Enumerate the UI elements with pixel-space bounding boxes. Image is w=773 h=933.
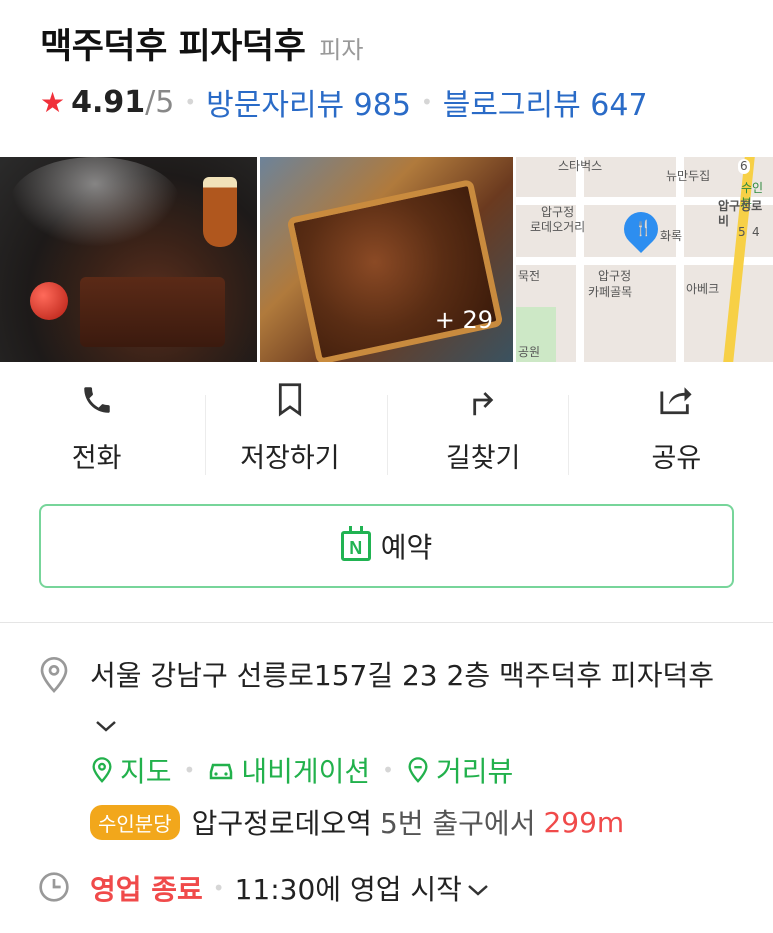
map-links-row: 지도 • 내비게이션 • 거리뷰 <box>90 750 513 790</box>
map-road <box>576 157 584 362</box>
blog-reviews-link[interactable]: 블로그리뷰 647 <box>443 80 648 124</box>
chevron-down-icon[interactable] <box>466 872 490 905</box>
directions-icon <box>466 380 500 420</box>
visitor-reviews-link[interactable]: 방문자리뷰 985 <box>206 80 411 124</box>
map-road <box>676 157 684 362</box>
map-label: 아베크 <box>686 282 720 296</box>
map-label: 화록 <box>660 229 683 243</box>
phone-icon <box>80 380 114 420</box>
meat-decor <box>80 277 225 347</box>
map-link-label: 지도 <box>120 755 172 788</box>
address-text[interactable]: 서울 강남구 선릉로157길 23 2층 맥주덕후 피자덕후 <box>90 652 740 749</box>
share-label: 공유 <box>651 443 702 474</box>
map-label: 카페골목 <box>588 285 633 299</box>
photo-food-1[interactable] <box>0 157 257 362</box>
place-header: 맥주덕후 피자덕후 피자 ★ 4.91 /5 • 방문자리뷰 985 • 블로그… <box>0 0 773 130</box>
separator-dot: • <box>212 876 225 900</box>
photo-food-2[interactable]: + 29 <box>260 157 513 362</box>
location-icon <box>38 656 70 698</box>
rating-score: 4.91 <box>71 84 146 120</box>
map-label: 6 <box>738 159 750 174</box>
streetview-icon <box>408 757 428 783</box>
bookmark-icon <box>275 380 305 420</box>
car-icon <box>210 763 233 780</box>
station-name: 압구정로데오역 <box>191 807 372 840</box>
map-pin-icon <box>92 757 112 783</box>
station-distance: 299m <box>543 805 625 839</box>
separator-dot: • <box>420 90 433 114</box>
map-label: 로데오거리 <box>530 220 586 234</box>
hours-status: 영업 종료 <box>90 873 203 906</box>
directions-label: 길찾기 <box>445 443 521 474</box>
map-link[interactable]: 지도 <box>90 750 172 790</box>
reserve-button[interactable]: N 예약 <box>39 504 734 588</box>
naver-calendar-icon: N <box>340 526 371 561</box>
clock-icon <box>38 871 70 907</box>
station-exit: 5번 출구에서 <box>379 807 536 840</box>
save-label: 저장하기 <box>240 443 340 474</box>
map-label: 압구정 <box>598 269 632 283</box>
call-label: 전화 <box>71 443 122 474</box>
more-photos-count: + 29 <box>434 306 493 334</box>
hours-text: 11:30에 영업 시작 <box>234 873 462 906</box>
map-label: 압구정 <box>541 205 575 219</box>
map-label: 묵전 <box>518 269 541 283</box>
beer-glass-decor <box>203 177 237 247</box>
directions-button[interactable]: 길찾기 <box>387 380 580 480</box>
photo-strip: + 29 스타벅스 뉴만두집 6 수인분 압구정로비 압구정 로데오거리 화록 … <box>0 157 773 362</box>
smoke-decor <box>10 157 180 247</box>
action-bar: 전화 저장하기 길찾기 공유 <box>0 380 773 480</box>
map-thumbnail[interactable]: 스타벅스 뉴만두집 6 수인분 압구정로비 압구정 로데오거리 화록 5 4 묵… <box>516 157 773 362</box>
chevron-down-icon[interactable] <box>94 701 118 749</box>
separator-dot: • <box>184 90 197 114</box>
map-label: 뉴만두집 <box>666 169 711 183</box>
station-row: 수인분당 압구정로데오역 5번 출구에서 299m <box>90 802 624 842</box>
share-icon <box>657 380 695 420</box>
place-title: 맥주덕후 피자덕후 <box>40 27 306 67</box>
business-hours-row[interactable]: 영업 종료 • 11:30에 영업 시작 <box>90 868 490 908</box>
reserve-label: 예약 <box>380 531 433 564</box>
streetview-link-label: 거리뷰 <box>435 755 514 788</box>
streetview-link[interactable]: 거리뷰 <box>406 750 513 790</box>
restaurant-icon: 🍴 <box>634 219 653 237</box>
naver-n-letter: N <box>349 538 363 558</box>
map-label: 5 <box>738 225 746 239</box>
section-divider <box>0 622 773 623</box>
map-label: 공원 <box>518 345 541 359</box>
address-value: 서울 강남구 선릉로157길 23 2층 맥주덕후 피자덕후 <box>90 659 714 692</box>
map-label: 스타벅스 <box>558 159 603 173</box>
rating-row: ★ 4.91 /5 • 방문자리뷰 985 • 블로그리뷰 647 <box>40 80 648 124</box>
pizza-decor <box>286 178 504 362</box>
star-icon: ★ <box>40 85 66 119</box>
save-button[interactable]: 저장하기 <box>193 380 386 480</box>
title-row: 맥주덕후 피자덕후 피자 <box>40 18 363 69</box>
navigation-link[interactable]: 내비게이션 <box>207 750 370 790</box>
separator-dot: • <box>382 758 394 782</box>
action-divider <box>568 395 569 475</box>
separator-dot: • <box>183 758 196 782</box>
call-button[interactable]: 전화 <box>0 380 193 480</box>
place-category: 피자 <box>319 36 364 64</box>
map-label: 4 <box>752 225 760 239</box>
rating-max: /5 <box>145 84 175 120</box>
tomato-decor <box>30 282 68 320</box>
navigation-link-label: 내비게이션 <box>241 755 371 788</box>
share-button[interactable]: 공유 <box>580 380 773 480</box>
subway-line-badge: 수인분당 <box>90 804 180 840</box>
